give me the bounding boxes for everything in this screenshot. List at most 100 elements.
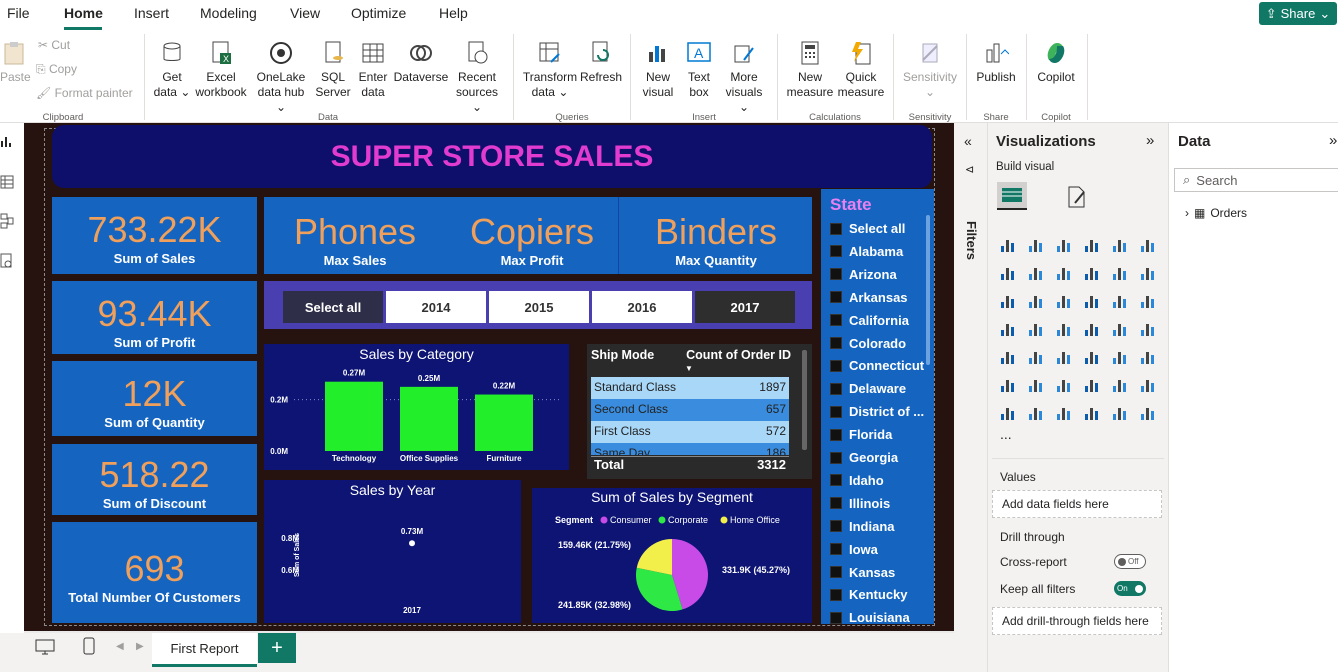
checkbox[interactable] [830,588,842,601]
line-clustered-icon[interactable] [1138,263,1158,283]
checkbox[interactable] [830,291,842,304]
refresh-button[interactable]: Refresh [580,40,622,85]
qa-icon[interactable] [1082,375,1102,395]
map-icon[interactable] [1026,319,1046,339]
add-page-button[interactable]: + [258,633,296,663]
power-apps-icon[interactable] [998,403,1018,423]
filled-map-icon[interactable] [1054,319,1074,339]
state-option[interactable]: Illinois [830,496,890,511]
100-area-icon[interactable] [1082,263,1102,283]
checkbox[interactable] [830,497,842,510]
menu-home[interactable]: Home [64,5,103,21]
format-painter-button[interactable]: 🖌 Format painter [36,86,133,100]
state-option[interactable]: Florida [830,427,892,442]
mobile-layout-icon[interactable] [83,637,95,655]
table-icon[interactable] [1082,347,1102,367]
drill-through-drop-zone[interactable]: Add drill-through fields here [992,607,1162,635]
state-option[interactable]: Colorado [830,336,906,351]
checkbox[interactable] [830,382,842,395]
state-option[interactable]: District of ... [830,404,924,419]
state-option[interactable]: California [830,313,909,328]
checkbox[interactable] [830,520,842,533]
kpi-card-discount[interactable]: 518.22 Sum of Discount [52,444,257,515]
checkbox[interactable] [830,245,842,258]
collapse-icon[interactable]: » [1146,132,1154,149]
state-option[interactable]: Kansas [830,565,895,580]
year-button-2015[interactable]: 2015 [489,291,589,323]
stacked-column-icon[interactable] [1026,235,1046,255]
decomposition-icon[interactable] [1054,375,1074,395]
transform-data-button[interactable]: Transform data ⌄ [521,40,579,100]
100-column-icon[interactable] [1138,235,1158,255]
state-option[interactable]: Georgia [830,450,898,465]
get-data-button[interactable]: Get data ⌄ [152,40,192,100]
share-button[interactable]: ⇪ Share ⌄ [1259,2,1337,25]
table-scrollbar[interactable] [802,350,807,450]
state-scrollbar[interactable] [926,215,930,365]
paste-button[interactable]: Paste [0,40,31,85]
checkbox[interactable] [830,566,842,578]
menu-view[interactable]: View [290,5,320,21]
pie-icon[interactable] [1110,291,1130,311]
checkbox[interactable] [830,359,842,372]
ribbon-icon[interactable] [998,291,1018,311]
state-option[interactable]: Connecticut [830,358,924,373]
dataverse-button[interactable]: Dataverse [393,40,449,85]
search-field[interactable]: ⌕ Search [1174,168,1338,192]
narrative-icon[interactable] [1110,375,1130,395]
checkbox[interactable] [830,337,842,349]
report-view-icon[interactable] [0,135,14,149]
quick-measure-button[interactable]: Quick measure [837,40,885,100]
state-option[interactable]: Louisiana [830,610,910,624]
donut-icon[interactable] [1138,291,1158,311]
dax-query-view-icon[interactable] [0,253,14,269]
copy-button[interactable]: ⎘ Copy [36,62,77,77]
state-slicer[interactable]: State Select all Alabama Arizona Arkansas Ca… [821,189,934,624]
year-button-2017[interactable]: 2017 [695,291,795,323]
clustered-bar-icon[interactable] [1054,235,1074,255]
max-quantity-card[interactable]: Binders Max Quantity [625,197,807,274]
enter-data-button[interactable]: Enter data [355,40,391,100]
state-option[interactable]: Delaware [830,381,906,396]
menu-file[interactable]: File [7,5,30,21]
state-option[interactable]: Idaho [830,473,884,488]
new-measure-button[interactable]: New measure [785,40,835,100]
recent-sources-button[interactable]: Recent sources ⌄ [452,40,502,115]
checkbox[interactable] [830,314,842,327]
text-box-button[interactable]: A Text box [680,40,718,100]
values-drop-zone[interactable]: Add data fields here [992,490,1162,518]
expand-icon[interactable]: « [964,133,972,149]
kpi-card-profit[interactable]: 93.44K Sum of Profit [52,281,257,354]
format-visual-icon[interactable] [1065,185,1089,209]
power-automate-icon[interactable] [1026,403,1046,423]
card-icon[interactable] [1138,319,1158,339]
slicer-icon[interactable] [1054,347,1074,367]
page-tab-first-report[interactable]: First Report [152,633,257,667]
checkbox[interactable] [830,543,842,556]
paginated-icon[interactable] [1138,375,1158,395]
area-icon[interactable] [1026,263,1046,283]
build-visual-tab[interactable] [997,182,1027,210]
menu-optimize[interactable]: Optimize [351,5,406,21]
goals-icon[interactable] [1082,403,1102,423]
kpi-card-customers[interactable]: 693 Total Number Of Customers [52,522,257,623]
checkbox[interactable] [830,268,842,281]
sales-by-segment-chart[interactable]: Sum of Sales by Segment Segment Consumer C… [532,488,812,623]
cut-button[interactable]: ✂ Cut [38,38,70,52]
checkbox[interactable] [830,428,842,441]
more-visuals-button[interactable]: More visuals ⌄ [721,40,767,115]
kpi-icon[interactable] [1026,347,1046,367]
year-button-2016[interactable]: 2016 [592,291,692,323]
menu-modeling[interactable]: Modeling [200,5,257,21]
menu-insert[interactable]: Insert [134,5,169,21]
kpi-card-sales[interactable]: 733.22K Sum of Sales [52,197,257,274]
kpi-card-quantity[interactable]: 12K Sum of Quantity [52,361,257,436]
next-page-icon[interactable]: ▶ [136,641,144,652]
copilot-icon[interactable] [1110,403,1130,423]
state-option[interactable]: Select all [830,221,905,236]
collapse-icon[interactable]: » [1329,132,1337,149]
stacked-area-icon[interactable] [1054,263,1074,283]
checkbox[interactable] [830,222,842,235]
checkbox[interactable] [830,451,842,464]
sales-by-category-chart[interactable]: Sales by Category 0.2M 0.0M 0.27M Technolog… [264,344,569,470]
